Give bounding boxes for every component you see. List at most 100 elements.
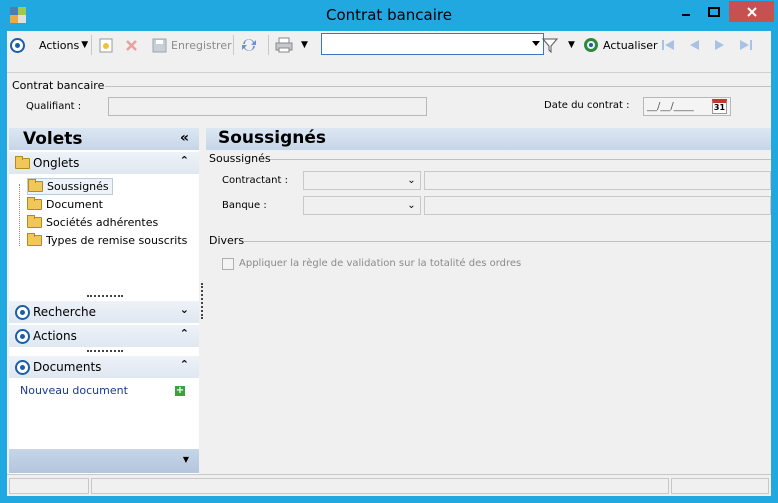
save-icon [152,38,167,52]
filter-dropdown-button[interactable]: ▼ [568,36,575,54]
tree-item-label: Types de remise souscrits [46,234,188,247]
chevron-down-icon: ▼ [568,40,575,50]
minimize-button[interactable] [671,1,701,22]
target-icon [10,37,25,53]
onglets-section-header[interactable]: Onglets ⌃ [9,152,199,174]
delete-button[interactable] [125,36,138,54]
date-contrat-value: __/__/____ [647,101,694,112]
sync-icon [242,39,256,51]
last-icon [740,40,752,50]
actions-section-header[interactable]: Actions ⌃ [9,325,199,347]
folder-icon [27,215,42,228]
save-button[interactable]: Enregistrer [152,36,232,54]
search-input[interactable] [321,33,544,55]
actions-menu-icon-button[interactable] [10,36,25,54]
vertical-splitter-grip[interactable] [201,283,203,319]
status-cell [91,478,669,494]
tree-item-document[interactable]: Document [27,196,103,213]
target-icon [15,329,30,344]
minimize-icon [682,13,690,16]
onglets-label: Onglets [33,156,80,170]
banque-select[interactable]: ⌄ [303,196,421,215]
banque-name-field[interactable] [424,196,771,215]
calendar-day: 31 [713,103,726,112]
sync-button[interactable] [240,36,258,54]
delete-icon [126,39,137,51]
filter-button[interactable] [542,36,558,54]
new-document-icon [99,38,113,52]
previous-record-button[interactable] [687,36,701,54]
tree-line [19,184,20,246]
content-title: Soussignés [218,128,327,148]
status-cell [9,478,89,494]
folder-icon [27,233,42,246]
expand-section-icon[interactable]: ⌄ [180,303,189,316]
folder-icon [15,156,30,169]
actions-menu-button[interactable]: Actions ▼ [39,36,88,54]
documents-section-header[interactable]: Documents ⌃ [9,356,199,378]
printer-icon [275,37,293,53]
nouveau-document-link[interactable]: Nouveau document [20,384,128,397]
date-contrat-label: Date du contrat : [544,100,630,111]
splitter-grip[interactable] [87,295,123,297]
refresh-icon [584,38,598,52]
recherche-section-header[interactable]: Recherche ⌄ [9,301,199,323]
toolbar-separator [268,35,269,55]
chevron-down-icon[interactable]: ▼ [183,455,189,464]
new-button[interactable] [99,36,113,54]
collapse-section-icon[interactable]: ⌃ [180,154,189,167]
header-group-line [105,86,771,87]
recherche-label: Recherche [33,305,97,319]
splitter-grip[interactable] [87,350,123,352]
window-title: Contrat bancaire [326,6,452,24]
header-group-title: Contrat bancaire [12,79,105,92]
calendar-icon[interactable]: 31 [712,99,727,114]
date-contrat-field[interactable]: __/__/____ 31 [643,97,731,116]
next-icon [715,40,724,50]
last-record-button[interactable] [738,36,754,54]
close-button[interactable] [729,1,774,22]
actions-menu-label: Actions [39,38,80,52]
first-record-button[interactable] [660,36,676,54]
content-header: Soussignés [206,128,771,150]
filter-icon [542,38,558,53]
print-button[interactable] [275,36,293,54]
tree-item-societes-adherentes[interactable]: Sociétés adhérentes [27,214,158,231]
toolbar: Actions ▼ Enregistrer ▼ ▼ Actualiser [7,31,771,58]
refresh-button[interactable]: Actualiser [583,36,658,54]
banque-label: Banque : [222,200,267,211]
volets-panel: Volets « Onglets ⌃ Soussignés Document S… [9,128,199,478]
tree-item-types-remise[interactable]: Types de remise souscrits [27,232,187,249]
folder-icon [27,197,42,210]
tree-item-label: Sociétés adhérentes [46,216,159,229]
tree-item-soussignes[interactable]: Soussignés [27,178,113,195]
next-record-button[interactable] [713,36,727,54]
add-document-icon[interactable]: + [175,386,185,396]
panel-footer: ▼ [9,449,199,473]
print-dropdown-button[interactable]: ▼ [301,36,308,54]
status-bar [7,474,771,496]
contractant-name-field[interactable] [424,171,771,190]
save-label: Enregistrer [171,38,232,52]
collapse-section-icon[interactable]: ⌃ [180,358,189,371]
qualifiant-label: Qualifiant : [26,101,82,112]
refresh-label: Actualiser [603,38,658,52]
target-icon [15,305,30,320]
soussignes-group-line [270,159,771,160]
first-icon [662,40,674,50]
validation-rule-checkbox[interactable] [222,258,234,270]
toolbar-separator [233,35,234,55]
contractant-label: Contractant : [222,175,288,186]
double-chevron-down-icon[interactable]: ⌄ [404,173,419,188]
collapse-section-icon[interactable]: ⌃ [180,327,189,340]
double-chevron-down-icon[interactable]: ⌄ [404,198,419,213]
volets-header: Volets « [9,128,199,150]
window-client: Actions ▼ Enregistrer ▼ ▼ Actualiser Con… [7,31,771,496]
collapse-panel-icon[interactable]: « [180,130,189,146]
maximize-button[interactable] [699,1,729,22]
folder-open-icon [28,179,43,192]
chevron-down-icon: ▼ [81,40,89,50]
qualifiant-field[interactable] [108,97,427,116]
search-dropdown-icon[interactable] [532,41,540,46]
contractant-select[interactable]: ⌄ [303,171,421,190]
